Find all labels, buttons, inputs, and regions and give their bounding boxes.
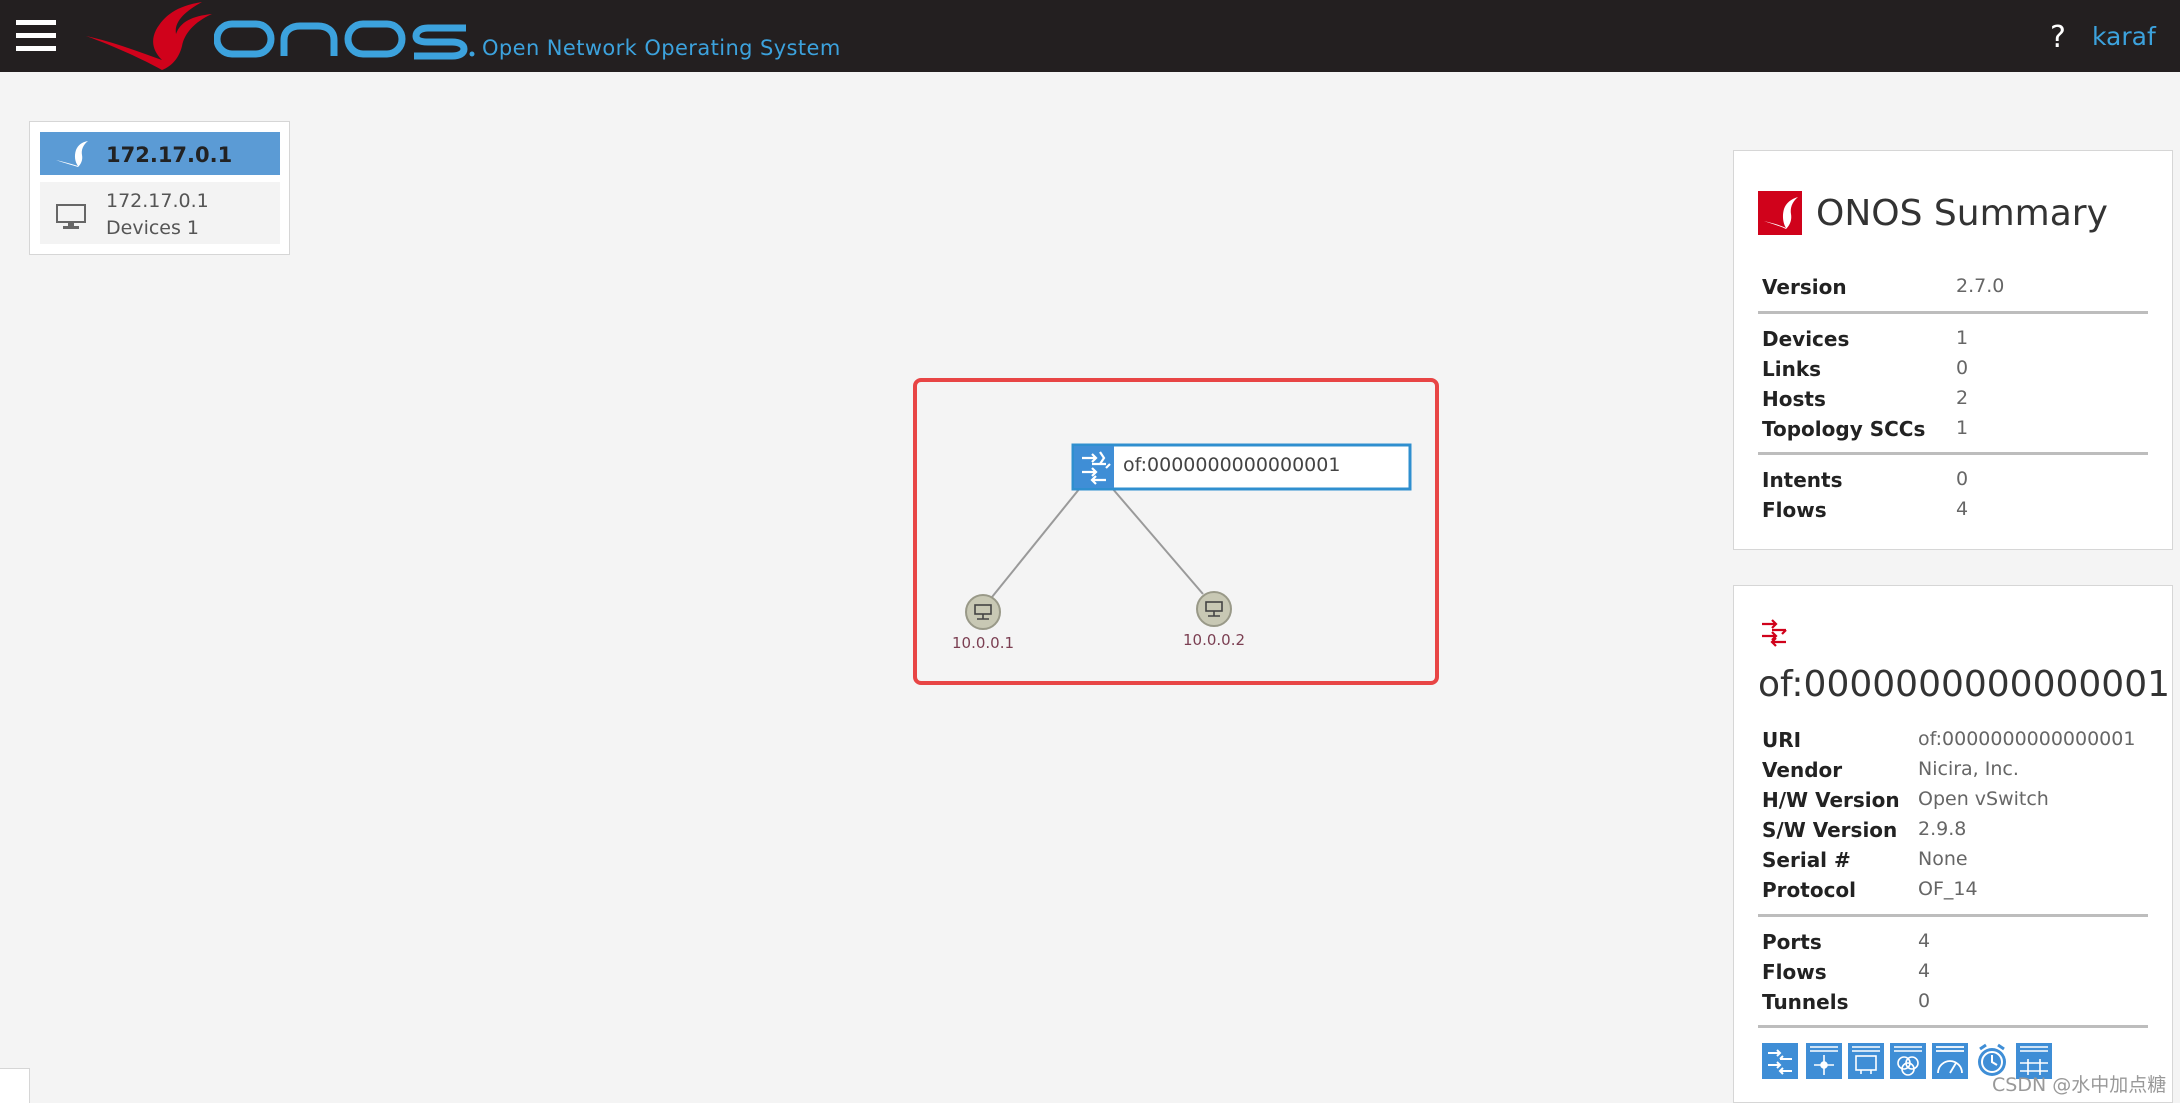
device-value-vendor: Nicira, Inc. bbox=[1918, 758, 2019, 780]
summary-label-hosts: Hosts bbox=[1762, 387, 1826, 411]
device-value-tunnels: 0 bbox=[1918, 990, 1931, 1012]
summary-label-topology-sccs: Topology SCCs bbox=[1762, 417, 1926, 441]
device-value-hw-version: Open vSwitch bbox=[1918, 788, 2049, 810]
onos-summary-icon bbox=[1758, 191, 1802, 235]
summary-label-version: Version bbox=[1762, 275, 1847, 299]
device-value-serial: None bbox=[1918, 848, 1968, 870]
device-label[interactable]: of:0000000000000001 bbox=[1123, 454, 1340, 476]
device-label-sw-version: S/W Version bbox=[1762, 818, 1898, 842]
device-divider bbox=[1758, 1025, 2148, 1028]
watermark-text: CSDN @水中加点糖 bbox=[1992, 1074, 2167, 1096]
device-divider bbox=[1758, 914, 2148, 917]
group-icon bbox=[1894, 1046, 1922, 1076]
device-value-uri: of:0000000000000001 bbox=[1918, 728, 2136, 750]
summary-value-flows: 4 bbox=[1956, 498, 1969, 520]
device-value-flows: 4 bbox=[1918, 960, 1931, 982]
onos-summary-panel: ONOS Summary Version 2.7.0 Devices 1 Lin… bbox=[1733, 150, 2173, 550]
summary-label-devices: Devices bbox=[1762, 327, 1850, 351]
summary-label-links: Links bbox=[1762, 357, 1822, 381]
device-view-button[interactable] bbox=[1762, 1043, 1798, 1079]
flow-icon bbox=[1810, 1046, 1838, 1075]
summary-value-hosts: 2 bbox=[1956, 387, 1969, 409]
device-label-uri: URI bbox=[1762, 728, 1802, 752]
host-link-1[interactable] bbox=[991, 487, 1081, 598]
device-details-panel: of:0000000000000001 URI of:0000000000000… bbox=[1733, 585, 2173, 1103]
device-value-sw-version: 2.9.8 bbox=[1918, 818, 1967, 840]
host-node-10-0-0-1[interactable] bbox=[965, 594, 1001, 630]
summary-value-links: 0 bbox=[1956, 357, 1969, 379]
switch-icon bbox=[1762, 619, 1787, 647]
corner-panel-toggle[interactable] bbox=[0, 1068, 30, 1103]
summary-title: ONOS Summary bbox=[1816, 193, 2108, 234]
device-label-hw-version: H/W Version bbox=[1762, 788, 1900, 812]
device-value-protocol: OF_14 bbox=[1918, 878, 1978, 900]
port-icon bbox=[1852, 1046, 1880, 1074]
summary-label-flows: Flows bbox=[1762, 498, 1827, 522]
meter-icon bbox=[1936, 1046, 1964, 1074]
device-label-protocol: Protocol bbox=[1762, 878, 1857, 902]
summary-value-topology-sccs: 1 bbox=[1956, 417, 1969, 439]
switch-icon bbox=[1768, 1049, 1792, 1075]
host-label-2[interactable]: 10.0.0.2 bbox=[1154, 631, 1274, 649]
device-value-ports: 4 bbox=[1918, 930, 1931, 952]
host-label-1[interactable]: 10.0.0.1 bbox=[923, 634, 1043, 652]
device-label-tunnels: Tunnels bbox=[1762, 990, 1849, 1014]
device-label-ports: Ports bbox=[1762, 930, 1822, 954]
device-title: of:0000000000000001 bbox=[1758, 664, 2171, 705]
summary-value-devices: 1 bbox=[1956, 327, 1969, 349]
summary-value-version: 2.7.0 bbox=[1956, 275, 2005, 297]
summary-label-intents: Intents bbox=[1762, 468, 1843, 492]
device-label-flows: Flows bbox=[1762, 960, 1827, 984]
flow-view-button[interactable] bbox=[1806, 1043, 1842, 1079]
device-label-serial: Serial # bbox=[1762, 848, 1851, 872]
summary-value-intents: 0 bbox=[1956, 468, 1969, 490]
host-node-10-0-0-2[interactable] bbox=[1196, 591, 1232, 627]
host-link-2[interactable] bbox=[1111, 487, 1204, 595]
device-label-vendor: Vendor bbox=[1762, 758, 1843, 782]
port-view-button[interactable] bbox=[1848, 1043, 1884, 1079]
meter-view-button[interactable] bbox=[1932, 1043, 1968, 1079]
group-view-button[interactable] bbox=[1890, 1043, 1926, 1079]
summary-divider bbox=[1758, 311, 2148, 314]
summary-divider bbox=[1758, 452, 2148, 455]
